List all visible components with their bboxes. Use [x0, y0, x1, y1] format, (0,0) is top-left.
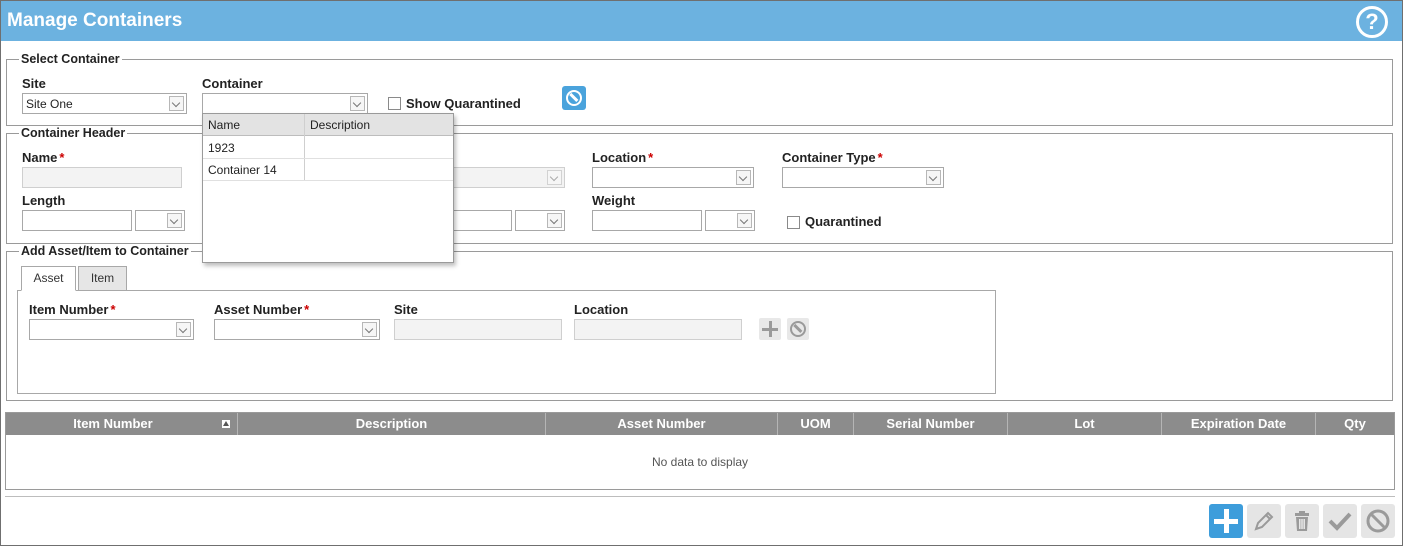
quarantined-checkbox[interactable]: [787, 216, 800, 229]
edit-button[interactable]: [1247, 504, 1281, 538]
col-serial-number[interactable]: Serial Number: [854, 413, 1008, 435]
weight-label: Weight: [592, 193, 636, 208]
sort-asc-icon[interactable]: [222, 420, 230, 428]
dropdown-col-name: Name: [208, 118, 241, 132]
add-asset-legend: Add Asset/Item to Container: [19, 244, 191, 258]
show-quarantined-checkbox[interactable]: [388, 97, 401, 110]
chevron-down-icon[interactable]: [736, 170, 751, 185]
cancel-asset-button[interactable]: [787, 318, 809, 340]
container-type-label: Container Type *: [782, 150, 883, 165]
asset-location-input: [574, 319, 742, 340]
site-select-value: Site One: [26, 97, 73, 111]
save-button[interactable]: [1323, 504, 1357, 538]
weight-input[interactable]: [592, 210, 702, 231]
help-icon[interactable]: ?: [1356, 6, 1388, 38]
asset-site-label: Site: [394, 302, 418, 317]
container-type-select[interactable]: [782, 167, 944, 188]
dropdown-row-name: Container 14: [208, 163, 277, 177]
length-uom-select[interactable]: [135, 210, 185, 231]
required-mark: *: [110, 302, 116, 317]
container-dropdown-list: Name Description 1923 Container 14: [202, 113, 454, 263]
pencil-icon: [1254, 511, 1274, 531]
item-number-select[interactable]: [29, 319, 194, 340]
chevron-down-icon[interactable]: [737, 213, 752, 228]
dropdown-row[interactable]: Container 14: [203, 159, 453, 181]
footer-divider: [5, 496, 1395, 497]
dropdown-col-description: Description: [310, 118, 371, 132]
container-header-legend: Container Header: [19, 126, 128, 140]
cancel-icon: [1366, 509, 1390, 533]
dropdown-row[interactable]: 1923: [203, 137, 453, 159]
page-title: Manage Containers: [7, 10, 183, 31]
asset-location-label: Location: [574, 302, 629, 317]
add-asset-plus-icon[interactable]: [759, 318, 781, 340]
quarantined-label: Quarantined: [805, 214, 882, 229]
container-label: Container: [202, 76, 263, 91]
site-label: Site: [22, 76, 46, 91]
tab-asset[interactable]: Asset: [21, 266, 76, 291]
chevron-down-icon[interactable]: [169, 96, 184, 111]
chevron-down-icon[interactable]: [176, 322, 191, 337]
weight-uom-select[interactable]: [705, 210, 755, 231]
required-mark: *: [304, 302, 310, 317]
required-mark: *: [877, 150, 883, 165]
asset-number-label: Asset Number *: [214, 302, 310, 317]
required-mark: *: [648, 150, 654, 165]
container-select[interactable]: [202, 93, 368, 114]
chevron-down-icon[interactable]: [547, 213, 562, 228]
length-input[interactable]: [22, 210, 132, 231]
chevron-down-icon[interactable]: [362, 322, 377, 337]
col-uom[interactable]: UOM: [778, 413, 854, 435]
location-select[interactable]: [592, 167, 754, 188]
hidden-uom-select-2[interactable]: [515, 210, 565, 231]
chevron-down-icon[interactable]: [547, 170, 562, 185]
name-label: Name *: [22, 150, 65, 165]
col-description[interactable]: Description: [238, 413, 546, 435]
col-qty[interactable]: Qty: [1316, 413, 1394, 435]
select-container-legend: Select Container: [19, 52, 122, 66]
col-expiration-date[interactable]: Expiration Date: [1162, 413, 1316, 435]
name-input[interactable]: [22, 167, 182, 188]
trash-icon: [1295, 511, 1309, 531]
title-bar: Manage Containers ?: [1, 1, 1402, 41]
col-lot[interactable]: Lot: [1008, 413, 1162, 435]
empty-grid-message: No data to display: [651, 455, 749, 469]
check-icon: [1328, 512, 1352, 531]
site-select[interactable]: Site One: [22, 93, 187, 114]
chevron-down-icon[interactable]: [926, 170, 941, 185]
col-item-number[interactable]: Item Number: [6, 413, 238, 435]
cancel-icon: [790, 321, 806, 337]
cancel-button[interactable]: [1361, 504, 1395, 538]
add-button[interactable]: [1209, 504, 1243, 538]
grid-header: Item Number Description Asset Number UOM…: [6, 413, 1394, 435]
dropdown-row-name: 1923: [208, 141, 235, 155]
contents-grid: Item Number Description Asset Number UOM…: [5, 412, 1395, 490]
asset-number-select[interactable]: [214, 319, 380, 340]
clear-selection-button[interactable]: [562, 86, 586, 110]
asset-tab-panel: [17, 290, 996, 394]
location-label: Location *: [592, 150, 654, 165]
length-label: Length: [22, 193, 66, 208]
required-mark: *: [59, 150, 65, 165]
delete-button[interactable]: [1285, 504, 1319, 538]
dropdown-header: Name Description: [203, 114, 453, 136]
chevron-down-icon[interactable]: [350, 96, 365, 111]
tab-item[interactable]: Item: [78, 266, 127, 291]
asset-site-input: [394, 319, 562, 340]
col-asset-number[interactable]: Asset Number: [546, 413, 778, 435]
show-quarantined-label: Show Quarantined: [406, 96, 521, 111]
cancel-icon: [566, 90, 582, 106]
item-number-label: Item Number *: [29, 302, 116, 317]
chevron-down-icon[interactable]: [167, 213, 182, 228]
